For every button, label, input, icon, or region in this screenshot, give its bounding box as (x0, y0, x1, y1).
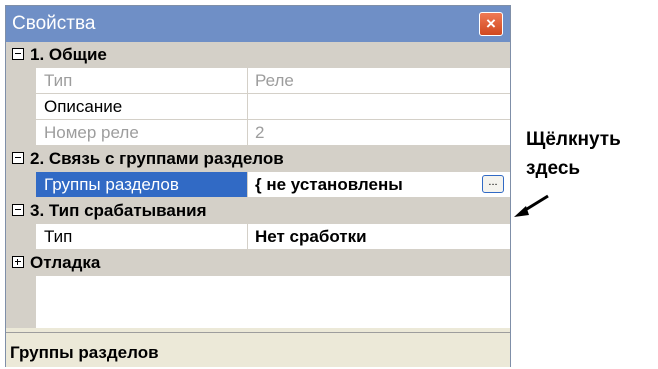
close-icon: × (486, 14, 496, 33)
expand-icon[interactable] (12, 256, 24, 268)
category-trigger-type[interactable]: 3. Тип срабатывания (6, 198, 510, 224)
property-grid: 1. Общие Тип Реле Описание Номер реле 2 … (6, 42, 510, 328)
category-label: 3. Тип срабатывания (30, 201, 207, 220)
property-row-section-groups[interactable]: Группы разделов { не установлены ... (6, 172, 510, 198)
description-panel: Группы разделов (6, 332, 510, 367)
arrow-icon (514, 194, 549, 217)
category-debug[interactable]: Отладка (6, 250, 510, 276)
property-value[interactable] (249, 94, 510, 119)
properties-panel: Свойства × 1. Общие Тип Реле Описание Но… (5, 5, 511, 367)
property-name: Номер реле (36, 120, 248, 145)
property-row-type[interactable]: Тип Реле (6, 68, 510, 94)
description-text: Группы разделов (10, 343, 159, 362)
category-label: Отладка (30, 253, 101, 272)
close-button[interactable]: × (479, 12, 503, 36)
property-value: Реле (255, 71, 294, 90)
collapse-icon[interactable] (12, 152, 24, 164)
property-row-relay-number[interactable]: Номер реле 2 (6, 120, 510, 146)
category-section-groups[interactable]: 2. Связь с группами разделов (6, 146, 510, 172)
window-title: Свойства (12, 13, 96, 34)
annotation-line: здесь (526, 158, 581, 179)
property-row-description[interactable]: Описание (6, 94, 510, 120)
ellipsis-button[interactable]: ... (482, 175, 504, 193)
property-row-trigger-type[interactable]: Тип Нет сработки (6, 224, 510, 250)
property-name: Группы разделов (36, 172, 248, 197)
category-label: 1. Общие (30, 45, 107, 64)
property-name: Тип (36, 224, 248, 249)
category-general[interactable]: 1. Общие (6, 42, 510, 68)
property-name: Тип (36, 68, 248, 93)
property-value[interactable]: Нет сработки (249, 224, 510, 249)
category-label: 2. Связь с группами разделов (30, 149, 284, 168)
collapse-icon[interactable] (12, 48, 24, 60)
collapse-icon[interactable] (12, 204, 24, 216)
click-here-annotation: Щёлкнуть здесь (526, 125, 621, 183)
title-bar: Свойства × (6, 6, 510, 42)
annotation-line: Щёлкнуть (526, 129, 621, 150)
property-value: 2 (255, 123, 265, 142)
property-value: { не установлены (255, 175, 403, 194)
property-name: Описание (36, 94, 248, 119)
